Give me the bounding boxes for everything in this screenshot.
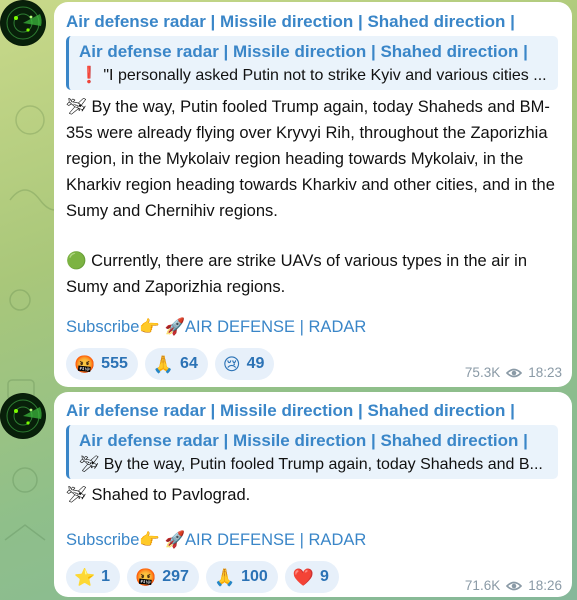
eye-icon — [506, 581, 523, 590]
quote-title: Air defense radar | Missile direction | … — [79, 431, 528, 450]
reaction-count: 49 — [246, 355, 265, 372]
reaction-chip[interactable]: 🤬 555 — [66, 348, 138, 380]
angry-face-icon: 🤬 — [135, 567, 157, 587]
reply-quote[interactable]: Air defense radar | Missile direction | … — [66, 36, 558, 90]
reaction-count: 1 — [101, 568, 111, 585]
reactions-bar: ⭐ 1 🤬 297 🙏 100 ❤️ 9 — [66, 561, 339, 593]
channel-name[interactable]: Air defense radar | Missile direction | … — [66, 401, 515, 421]
message-meta: 75.3K 18:23 — [465, 365, 562, 380]
radar-avatar-icon — [1, 394, 45, 438]
reactions-bar: 🤬 555 🙏 64 😢 49 — [66, 348, 275, 380]
folded-hands-icon: 🙏 — [152, 354, 175, 374]
heart-icon: ❤️ — [292, 567, 314, 587]
message-text: 🛩 By the way, Putin fooled Trump again, … — [66, 94, 558, 300]
message-text: 🛩 Shahed to Pavlograd. — [66, 482, 558, 508]
reaction-chip[interactable]: ⭐ 1 — [66, 561, 121, 593]
quote-title: Air defense radar | Missile direction | … — [79, 42, 528, 61]
eye-icon — [506, 368, 523, 377]
reaction-count: 100 — [241, 568, 268, 585]
quote-text: ❗ "I personally asked Putin not to strik… — [79, 67, 547, 84]
folded-hands-icon: 🙏 — [213, 567, 236, 587]
reaction-chip[interactable]: 🙏 100 — [205, 561, 278, 593]
angry-face-icon: 🤬 — [74, 354, 96, 374]
reaction-count: 555 — [101, 355, 128, 372]
message-meta: 71.6K 18:26 — [465, 578, 562, 593]
star-icon: ⭐ — [74, 567, 96, 587]
quote-text: 🛩 By the way, Putin fooled Trump again, … — [79, 456, 543, 473]
channel-avatar[interactable] — [0, 0, 46, 46]
subscribe-link[interactable]: Subscribe👉 🚀AIR DEFENSE | RADAR — [66, 531, 366, 550]
message-bubble[interactable]: Air defense radar | Missile direction | … — [54, 2, 572, 387]
reply-quote[interactable]: Air defense radar | Missile direction | … — [66, 425, 558, 479]
reaction-count: 297 — [162, 568, 189, 585]
radar-avatar-icon — [1, 1, 45, 45]
reaction-count: 9 — [320, 568, 329, 585]
message-time: 18:26 — [528, 578, 562, 593]
reaction-chip[interactable]: 😢 49 — [214, 348, 275, 380]
crying-face-icon: 😢 — [222, 354, 241, 374]
channel-avatar[interactable] — [0, 393, 46, 439]
channel-name[interactable]: Air defense radar | Missile direction | … — [66, 12, 515, 32]
message-bubble[interactable]: Air defense radar | Missile direction | … — [54, 392, 572, 597]
reaction-chip[interactable]: ❤️ 9 — [284, 561, 339, 593]
subscribe-link[interactable]: Subscribe👉 🚀AIR DEFENSE | RADAR — [66, 318, 366, 337]
reaction-count: 64 — [180, 355, 198, 372]
view-count: 71.6K — [464, 578, 501, 593]
reaction-chip[interactable]: 🙏 64 — [144, 348, 208, 380]
message-paragraph: 🛩 By the way, Putin fooled Trump again, … — [66, 98, 555, 220]
message-paragraph: 🟢 Currently, there are strike UAVs of va… — [66, 252, 528, 296]
message-time: 18:23 — [528, 365, 562, 380]
view-count: 75.3K — [464, 365, 501, 380]
message-paragraph: 🛩 Shahed to Pavlograd. — [66, 486, 251, 504]
reaction-chip[interactable]: 🤬 297 — [127, 561, 199, 593]
